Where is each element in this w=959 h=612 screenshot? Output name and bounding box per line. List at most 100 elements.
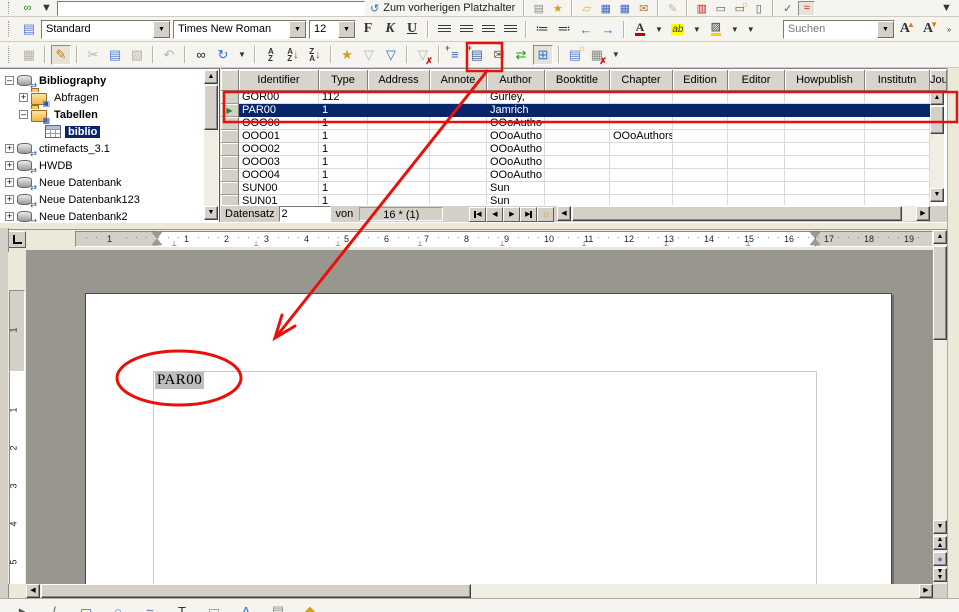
row-selector-cell[interactable] bbox=[221, 182, 239, 195]
save-all-button[interactable]: ▦ bbox=[616, 1, 633, 16]
tree-item-hwdb[interactable]: +HWDB bbox=[0, 157, 219, 174]
grid-cell[interactable]: OOoAutho bbox=[487, 117, 545, 130]
font-color-dropdown-button[interactable]: ▼ bbox=[652, 19, 666, 39]
background-color-button[interactable]: ▨ bbox=[706, 19, 726, 39]
grid-cell[interactable]: OOO01 bbox=[239, 130, 319, 143]
row-selector-cell[interactable] bbox=[221, 91, 239, 104]
cut-button[interactable]: ✂ bbox=[83, 45, 103, 65]
grid-cell[interactable] bbox=[728, 143, 785, 156]
grid-cell[interactable] bbox=[728, 91, 785, 104]
align-center-button[interactable] bbox=[456, 19, 476, 39]
grid-cell[interactable] bbox=[785, 195, 865, 205]
right-indent-marker-top[interactable] bbox=[810, 232, 820, 238]
grid-cell[interactable] bbox=[368, 169, 430, 182]
indent-marker-top[interactable] bbox=[152, 232, 162, 238]
grid-cell[interactable] bbox=[545, 104, 610, 117]
record-hscroll-left-icon[interactable]: ◀ bbox=[557, 206, 571, 221]
autospellcheck-button[interactable]: ≈ bbox=[798, 1, 815, 16]
grid-cell[interactable] bbox=[865, 195, 930, 205]
grid-cell[interactable] bbox=[865, 182, 930, 195]
align-right-button[interactable] bbox=[478, 19, 498, 39]
paste-button[interactable]: ▧ bbox=[127, 45, 147, 65]
expand-icon[interactable]: + bbox=[5, 212, 14, 221]
insert-image-tool-button[interactable]: ▤ bbox=[268, 601, 288, 612]
data-to-fields-button[interactable]: ▤+ bbox=[467, 45, 487, 65]
grid-cell[interactable]: OOO04 bbox=[239, 169, 319, 182]
grid-cell[interactable] bbox=[865, 91, 930, 104]
search-combo-dropdown-icon[interactable]: ▼ bbox=[877, 21, 894, 38]
column-header-author[interactable]: Author bbox=[487, 70, 545, 91]
grid-cell[interactable] bbox=[728, 182, 785, 195]
tree-scrollbar[interactable]: ▲ ▼ bbox=[204, 70, 218, 220]
grid-cell[interactable] bbox=[545, 182, 610, 195]
expand-icon[interactable]: + bbox=[5, 161, 14, 170]
find-record-button[interactable]: ∞ bbox=[191, 45, 211, 65]
sort-descending-button[interactable]: ZA↓ bbox=[305, 45, 325, 65]
grid-cell[interactable] bbox=[865, 104, 930, 117]
grid-cell[interactable] bbox=[430, 117, 487, 130]
grid-cell[interactable] bbox=[368, 104, 430, 117]
tree-scroll-up-icon[interactable]: ▲ bbox=[204, 70, 218, 84]
grid-cell[interactable] bbox=[785, 117, 865, 130]
grid-scroll-thumb[interactable] bbox=[930, 106, 944, 134]
page-preview-button[interactable]: ▯ bbox=[750, 1, 767, 16]
edit-data-button[interactable]: ✎ bbox=[51, 45, 71, 65]
table-row-ooo03[interactable]: OOO031OOoAutho bbox=[221, 156, 930, 169]
doc-scroll-up-icon[interactable]: ▲ bbox=[933, 230, 947, 244]
expand-icon[interactable]: + bbox=[5, 195, 14, 204]
italic-button[interactable]: K bbox=[380, 19, 400, 39]
grid-cell[interactable]: OOO02 bbox=[239, 143, 319, 156]
grid-cell[interactable] bbox=[610, 117, 673, 130]
grid-cell[interactable]: OOoAutho bbox=[487, 169, 545, 182]
grid-cell[interactable] bbox=[430, 104, 487, 117]
table-row-ooo01[interactable]: OOO011OOoAuthoOOoAuthors bbox=[221, 130, 930, 143]
row1-overflow-dropdown-button[interactable]: ▼ bbox=[938, 1, 955, 16]
column-header-address[interactable]: Address bbox=[368, 70, 430, 91]
record-number-input[interactable] bbox=[279, 206, 331, 222]
grid-cell[interactable] bbox=[610, 182, 673, 195]
document-vscrollbar[interactable]: ▲ ▼ ▲▲ ● ▼▼ bbox=[933, 230, 947, 598]
grid-cell[interactable] bbox=[865, 169, 930, 182]
grid-cell[interactable]: 1 bbox=[319, 182, 368, 195]
grid-cell[interactable]: 1 bbox=[319, 104, 368, 117]
ellipse-tool-button[interactable]: ○ bbox=[108, 601, 128, 612]
export-pdf-button[interactable]: ▥ bbox=[693, 1, 710, 16]
row-selector-cell[interactable] bbox=[221, 117, 239, 130]
grid-cell[interactable]: Gurley, bbox=[487, 91, 545, 104]
open-button[interactable]: ▱ bbox=[578, 1, 595, 16]
grid-cell[interactable] bbox=[673, 143, 728, 156]
column-header-type[interactable]: Type bbox=[319, 70, 368, 91]
next-record-button[interactable]: ▶ bbox=[503, 207, 520, 222]
highlighting-button[interactable]: ab bbox=[668, 19, 688, 39]
grid-cell[interactable]: OOO00 bbox=[239, 117, 319, 130]
doc-scroll-down-icon[interactable]: ▼ bbox=[933, 520, 947, 534]
row3-more-dropdown-button[interactable]: ▼ bbox=[609, 45, 623, 65]
grid-cell[interactable] bbox=[673, 104, 728, 117]
expand-icon[interactable]: + bbox=[5, 178, 14, 187]
row-selector-cell[interactable] bbox=[221, 130, 239, 143]
row-selector-cell[interactable]: ▶ bbox=[221, 104, 239, 117]
rectangle-tool-button[interactable]: ▭ bbox=[76, 601, 96, 612]
table-row-ooo04[interactable]: OOO041OOoAutho bbox=[221, 169, 930, 182]
table-row-sun01[interactable]: SUN011Sun bbox=[221, 195, 930, 205]
remove-filter-button[interactable]: ▽✗ bbox=[413, 45, 433, 65]
print-button[interactable]: ▭ bbox=[712, 1, 729, 16]
spellcheck-button[interactable]: ✓ bbox=[779, 1, 796, 16]
grid-cell[interactable] bbox=[610, 195, 673, 205]
record-bar-hscrollbar[interactable]: ◀ ▶ bbox=[557, 206, 930, 221]
grid-cell[interactable]: 112 bbox=[319, 91, 368, 104]
last-record-button[interactable]: ▶ bbox=[520, 207, 537, 222]
line-tool-button[interactable]: / bbox=[44, 601, 64, 612]
grid-cell[interactable] bbox=[610, 169, 673, 182]
align-justify-button[interactable] bbox=[500, 19, 520, 39]
delete-rows-button[interactable]: ▦✗ bbox=[587, 45, 607, 65]
doc-hscroll-left-icon[interactable]: ◀ bbox=[26, 584, 40, 598]
font-size-combo[interactable]: 12▼ bbox=[309, 20, 356, 39]
grid-cell[interactable]: 1 bbox=[319, 195, 368, 205]
grid-cell[interactable] bbox=[673, 91, 728, 104]
row-selector-cell[interactable] bbox=[221, 195, 239, 205]
grid-cell[interactable] bbox=[368, 130, 430, 143]
font-name-combo-dropdown-icon[interactable]: ▼ bbox=[289, 21, 306, 38]
grid-cell[interactable]: Sun bbox=[487, 195, 545, 205]
bibliography-reference-field[interactable]: PAR00 bbox=[155, 372, 204, 389]
